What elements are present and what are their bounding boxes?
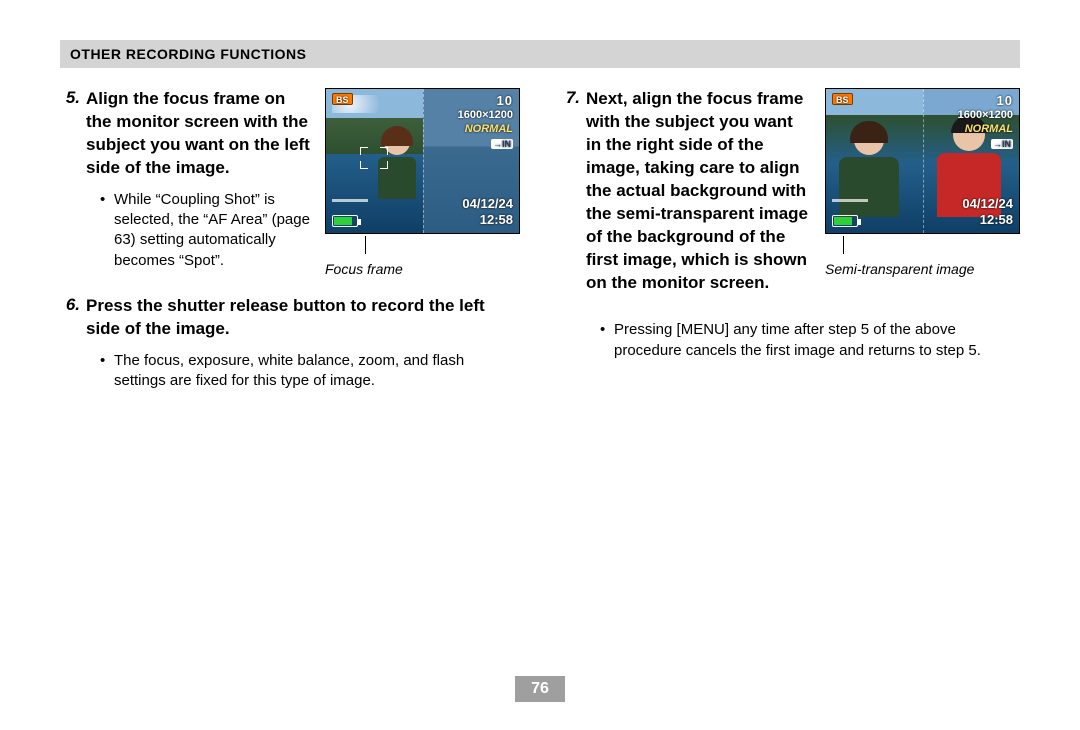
osd-bs-badge: BS	[332, 93, 353, 105]
osd-shot-count: 10	[497, 93, 513, 108]
two-column-layout: 5. Align the focus frame on the monitor …	[60, 88, 1020, 415]
callout-line	[843, 236, 844, 254]
bullet-text: While “Coupling Shot” is selected, the “…	[114, 190, 311, 271]
step-5-bullet: • While “Coupling Shot” is selected, the…	[100, 190, 311, 271]
figure-1-caption: Focus frame	[325, 260, 520, 278]
osd-bs-badge: BS	[832, 93, 853, 105]
osd-quality: NORMAL	[465, 123, 513, 135]
step-number: 6.	[60, 295, 86, 399]
osd-date: 04/12/24	[462, 196, 513, 211]
camera-screen-2: BS 10 1600×1200 NORMAL →IN 04/12/24 12:5…	[825, 88, 1020, 234]
step-7-title: Next, align the focus frame with the sub…	[586, 88, 811, 294]
section-header: OTHER RECORDING FUNCTIONS	[60, 40, 1020, 68]
manual-page: OTHER RECORDING FUNCTIONS 5. Align the f…	[0, 0, 1080, 730]
step-7-bullet: • Pressing [MENU] any time after step 5 …	[600, 320, 1020, 361]
step-6-bullet: • The focus, exposure, white balance, zo…	[100, 351, 520, 392]
osd-resolution: 1600×1200	[958, 109, 1013, 121]
step-number: 5.	[60, 88, 86, 279]
step-number: 7.	[560, 88, 586, 304]
right-column: 7. Next, align the focus frame with the …	[560, 88, 1020, 415]
osd-resolution: 1600×1200	[458, 109, 513, 121]
osd-quality: NORMAL	[965, 123, 1013, 135]
callout-line	[365, 236, 366, 254]
osd-memory: →IN	[491, 139, 513, 149]
figure-1: BS 10 1600×1200 NORMAL →IN 04/12/24 12:5…	[325, 88, 520, 278]
figure-2-caption: Semi-transparent image	[825, 260, 1020, 278]
step-5: 5. Align the focus frame on the monitor …	[60, 88, 520, 279]
focus-frame-icon	[360, 147, 388, 169]
camera-screen-1: BS 10 1600×1200 NORMAL →IN 04/12/24 12:5…	[325, 88, 520, 234]
osd-shot-count: 10	[997, 93, 1013, 108]
bullet-text: Pressing [MENU] any time after step 5 of…	[614, 320, 1020, 361]
osd-ev-scale	[832, 199, 868, 209]
osd-date: 04/12/24	[962, 196, 1013, 211]
battery-icon	[332, 215, 358, 227]
step-6-title: Press the shutter release button to reco…	[86, 295, 520, 341]
osd-time: 12:58	[480, 212, 513, 227]
step-5-title: Align the focus frame on the monitor scr…	[86, 88, 311, 180]
osd-ev-scale	[332, 199, 368, 209]
bullet-text: The focus, exposure, white balance, zoom…	[114, 351, 520, 392]
battery-icon	[832, 215, 858, 227]
osd-memory: →IN	[991, 139, 1013, 149]
figure-2: BS 10 1600×1200 NORMAL →IN 04/12/24 12:5…	[825, 88, 1020, 278]
step-7: 7. Next, align the focus frame with the …	[560, 88, 1020, 304]
left-column: 5. Align the focus frame on the monitor …	[60, 88, 520, 415]
step-6: 6. Press the shutter release button to r…	[60, 295, 520, 399]
page-number: 76	[515, 676, 565, 702]
page-number-wrap: 76	[0, 676, 1080, 702]
osd-time: 12:58	[980, 212, 1013, 227]
